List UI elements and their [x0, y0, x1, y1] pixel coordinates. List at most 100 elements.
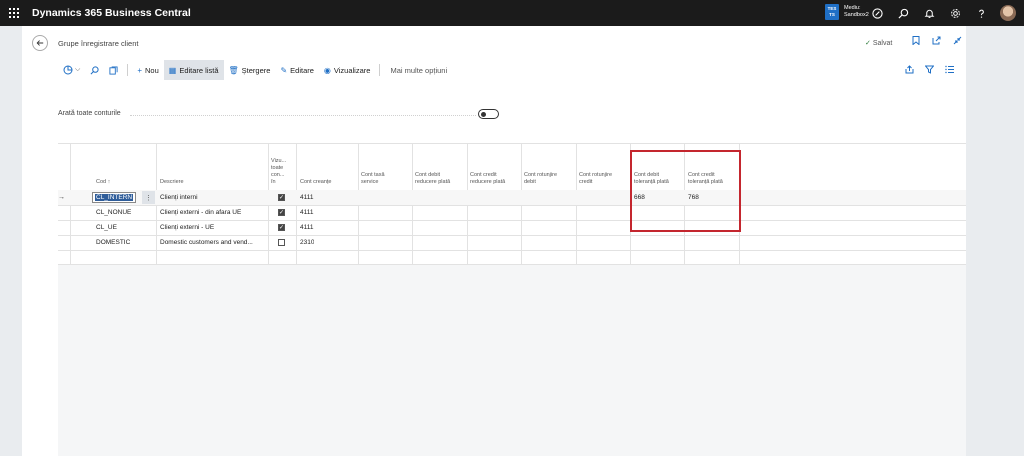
more-options-button[interactable]: Mai multe opțiuni — [384, 60, 452, 80]
row-pointer-arrow-icon: → — [58, 194, 65, 201]
show-all-accounts-toggle[interactable] — [478, 109, 499, 119]
column-header-service-charge-account[interactable]: Cont taxă service — [361, 150, 411, 190]
copy-icon — [109, 65, 118, 75]
app-title[interactable]: Dynamics 365 Business Central — [32, 7, 191, 19]
highlight-box — [630, 150, 741, 232]
checkbox-checked[interactable]: ✓ — [278, 209, 285, 216]
copilot-icon[interactable] — [864, 0, 890, 26]
column-header-rounding-credit-line1: Cont rotunjire — [579, 172, 613, 178]
table-row[interactable]: → CL_INTERN ⋮ Clienți interni ✓ 4111 668… — [58, 190, 966, 205]
help-icon[interactable] — [968, 0, 994, 26]
edit-button-label: Editare — [290, 65, 314, 75]
eye-icon: ◉ — [323, 65, 331, 75]
grid-edit-icon: ▦ — [168, 65, 177, 75]
column-header-pmt-disc-credit-line2: reducere plată — [470, 179, 506, 185]
column-header-service-charge-line1: Cont taxă — [361, 172, 385, 178]
save-status-label: Salvat — [872, 40, 893, 47]
table-row[interactable]: CL_NONUE Clienți externi - din afara UE … — [58, 205, 966, 220]
column-header-view-all-accounts[interactable]: Vizu... toate con... în — [271, 148, 295, 190]
edit-list-button-label: Editare listă — [179, 65, 219, 75]
page-title: Grupe înregistrare client — [58, 39, 139, 48]
search-button[interactable] — [85, 60, 104, 80]
code-cell[interactable]: CL_INTERN — [92, 190, 137, 205]
app-launcher-icon[interactable] — [0, 0, 28, 26]
receivables-cell[interactable]: 4111 — [300, 205, 314, 220]
checkbox-checked[interactable]: ✓ — [278, 194, 285, 201]
new-button-label: Nou — [144, 65, 159, 75]
checkbox-unchecked[interactable] — [278, 239, 285, 246]
view-all-checkbox-cell[interactable]: ✓ — [278, 190, 285, 205]
column-header-code[interactable]: Cod ↑ — [96, 150, 154, 190]
column-header-description-label: Descriere — [160, 179, 184, 185]
column-header-rounding-debit-line1: Cont rotunjire — [524, 172, 558, 178]
bell-icon[interactable] — [916, 0, 942, 26]
description-cell[interactable]: Clienți externi - din afara UE — [160, 205, 241, 220]
edit-button[interactable]: ✎ Editare — [275, 60, 318, 80]
code-cell[interactable]: CL_NONUE — [96, 205, 131, 220]
share-icon[interactable] — [905, 64, 914, 76]
column-header-service-charge-line2: service — [361, 179, 379, 185]
code-cell[interactable]: CL_UE — [96, 220, 117, 235]
tiles-view-button[interactable] — [104, 60, 123, 80]
toggle-knob — [481, 111, 486, 117]
view-all-checkbox-cell[interactable] — [278, 235, 285, 250]
delete-button[interactable]: 🗑︎ Ștergere — [224, 60, 276, 80]
customer-posting-groups-grid: Cod ↑ Descriere Vizu... toate con... în … — [58, 143, 966, 265]
environment-indicator[interactable]: TES TS Mediu: Sandbox2 — [825, 4, 869, 20]
column-header-view-all-line3: con... — [271, 172, 285, 178]
description-cell[interactable]: Clienți interni — [160, 190, 198, 205]
description-cell[interactable]: Clienți externi - UE — [160, 220, 214, 235]
column-header-description[interactable]: Descriere — [160, 150, 266, 190]
collapse-icon[interactable] — [953, 36, 962, 47]
receivables-cell[interactable]: 2310 — [300, 235, 314, 250]
column-header-pmt-disc-credit[interactable]: Cont credit reducere plată — [470, 150, 520, 190]
search-icon[interactable] — [890, 0, 916, 26]
view-button-label: Vizualizare — [333, 65, 371, 75]
view-all-checkbox-cell[interactable]: ✓ — [278, 220, 285, 235]
top-icons — [864, 0, 1024, 26]
column-header-view-all-line4: în — [271, 179, 276, 185]
chevron-down-icon: ⌵ — [75, 66, 81, 73]
avatar[interactable] — [1000, 5, 1016, 21]
column-header-pmt-disc-credit-line1: Cont credit — [470, 172, 497, 178]
list-view-icon[interactable] — [945, 65, 954, 76]
view-all-checkbox-cell[interactable]: ✓ — [278, 205, 285, 220]
page-card: Grupe înregistrare client ✓ Salvat ⌵ + Nou… — [22, 26, 966, 456]
show-all-accounts-label: Arată toate conturile — [58, 110, 121, 117]
grid-empty-area — [58, 265, 966, 456]
arrow-left-icon — [36, 40, 44, 46]
table-row[interactable]: DOMESTIC Domestic customers and vend... … — [58, 235, 966, 250]
check-icon: ✓ — [865, 40, 871, 47]
code-cell[interactable]: DOMESTIC — [96, 235, 130, 250]
gear-icon[interactable] — [942, 0, 968, 26]
column-header-rounding-credit[interactable]: Cont rotunjire credit — [579, 150, 629, 190]
receivables-cell[interactable]: 4111 — [300, 190, 314, 205]
field-dotted-line — [130, 115, 476, 116]
save-status: ✓ Salvat — [865, 39, 892, 47]
analysis-icon — [63, 65, 73, 75]
table-row-empty[interactable] — [58, 250, 966, 265]
checkbox-checked[interactable]: ✓ — [278, 224, 285, 231]
table-row[interactable]: CL_UE Clienți externi - UE ✓ 4111 — [58, 220, 966, 235]
view-button[interactable]: ◉ Vizualizare — [319, 60, 376, 80]
search-icon — [90, 65, 99, 74]
receivables-cell[interactable]: 4111 — [300, 220, 314, 235]
column-header-pmt-disc-debit[interactable]: Cont debit reducere plată — [415, 150, 465, 190]
bookmark-icon[interactable] — [912, 36, 920, 47]
back-button[interactable] — [32, 35, 48, 51]
analysis-mode-button[interactable]: ⌵ — [58, 60, 85, 80]
open-new-window-icon[interactable] — [932, 36, 941, 47]
pencil-icon: ✎ — [280, 65, 288, 75]
column-header-rounding-debit-line2: debit — [524, 179, 536, 185]
new-button[interactable]: + Nou — [132, 60, 163, 80]
column-header-rounding-credit-line2: credit — [579, 179, 593, 185]
trash-icon: 🗑︎ — [228, 65, 239, 75]
edit-list-button[interactable]: ▦ Editare listă — [163, 60, 224, 80]
column-header-rounding-debit[interactable]: Cont rotunjire debit — [524, 150, 574, 190]
column-header-receivables-account[interactable]: Cont creanțe — [300, 150, 356, 190]
column-header-view-all-line2: toate — [271, 165, 284, 171]
filter-icon[interactable] — [924, 65, 935, 76]
row-actions-button[interactable]: ⋮ — [142, 191, 155, 204]
column-header-pmt-disc-debit-line2: reducere plată — [415, 179, 451, 185]
description-cell[interactable]: Domestic customers and vend... — [160, 235, 253, 250]
